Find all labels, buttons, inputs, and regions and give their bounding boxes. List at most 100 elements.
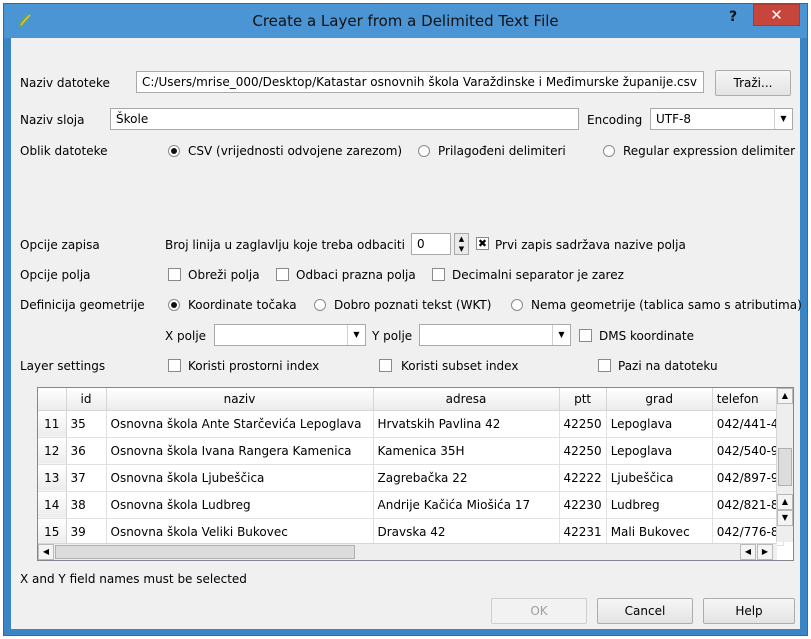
table-cell: 042/897-9 — [712, 464, 784, 492]
table-cell: Osnovna škola Ljubeščica — [106, 464, 374, 492]
chevron-down-icon: ▼ — [552, 325, 570, 345]
file-format-label: Oblik datoteke — [20, 144, 108, 158]
ok-button[interactable]: OK — [491, 598, 587, 624]
row-number: 12 — [38, 437, 67, 465]
encoding-label: Encoding — [587, 113, 643, 127]
radio-point-coordinates[interactable] — [168, 299, 180, 311]
spatial-index-label: Koristi prostorni index — [188, 359, 320, 373]
table-row[interactable]: 14 38 Osnovna škola Ludbreg Andrije Kači… — [38, 491, 784, 519]
discard-empty-checkbox[interactable] — [276, 268, 289, 281]
file-path-input[interactable]: C:/Users/mrise_000/Desktop/Katastar osno… — [136, 71, 704, 93]
skip-lines-input[interactable]: 0 — [411, 233, 451, 255]
title-bar: Create a Layer from a Delimited Text Fil… — [4, 4, 807, 38]
table-cell: Dravska 42 — [373, 518, 560, 546]
discard-empty-label: Odbaci prazna polja — [296, 268, 416, 282]
table-row[interactable]: 12 36 Osnovna škola Ivana Rangera Kameni… — [38, 437, 784, 465]
table-row[interactable]: 15 39 Osnovna škola Veliki Bukovec Dravs… — [38, 518, 784, 546]
dms-label: DMS koordinate — [599, 329, 694, 343]
dms-checkbox[interactable] — [579, 329, 592, 342]
y-field-select[interactable]: ▼ — [419, 324, 571, 346]
scroll-up-icon[interactable]: ▲ — [777, 388, 793, 404]
field-options-label: Opcije polja — [20, 268, 91, 282]
table-cell: 042/776-8 — [712, 518, 784, 546]
data-table: id naziv adresa ptt grad telefon 11 35 O… — [38, 388, 784, 546]
scroll-up-icon[interactable]: ▲ — [777, 494, 793, 510]
scroll-right-icon[interactable]: ▶ — [757, 544, 773, 560]
column-header[interactable]: adresa — [373, 388, 560, 411]
decimal-comma-label: Decimalni separator je zarez — [452, 268, 624, 282]
table-header-row: id naziv adresa ptt grad telefon — [38, 388, 784, 411]
table-cell: 39 — [66, 518, 107, 546]
subset-index-checkbox[interactable] — [379, 359, 392, 372]
table-row[interactable]: 11 35 Osnovna škola Ante Starčevića Lepo… — [38, 410, 784, 438]
skip-lines-label: Broj linija u zaglavlju koje treba odbac… — [165, 238, 405, 252]
help-title-button[interactable]: ? — [720, 7, 746, 29]
scroll-down-icon[interactable]: ▼ — [777, 510, 793, 526]
horizontal-scrollbar[interactable]: ◀ ◀ ▶ — [38, 543, 777, 560]
sample-data-table[interactable]: id naziv adresa ptt grad telefon 11 35 O… — [37, 387, 794, 561]
cancel-button[interactable]: Cancel — [597, 598, 693, 624]
layer-name-input[interactable]: Škole — [110, 108, 579, 130]
x-field-select[interactable]: ▼ — [214, 324, 366, 346]
decimal-comma-checkbox[interactable] — [432, 268, 445, 281]
radio-no-geometry-label: Nema geometrije (tablica samo s atributi… — [531, 298, 802, 312]
table-cell: 35 — [66, 410, 107, 438]
table-cell: 042/441-4 — [712, 410, 784, 438]
close-button[interactable]: ✕ — [753, 4, 800, 26]
radio-wkt[interactable] — [314, 299, 326, 311]
geometry-definition-label: Definicija geometrije — [20, 298, 145, 312]
table-cell: 38 — [66, 491, 107, 519]
spin-down-icon[interactable]: ▼ — [455, 244, 468, 254]
skip-lines-spinner[interactable]: ▲ ▼ — [454, 233, 469, 255]
scroll-left-icon[interactable]: ◀ — [740, 544, 756, 560]
watch-file-label: Pazi na datoteku — [618, 359, 718, 373]
scroll-left-icon[interactable]: ◀ — [38, 544, 54, 560]
spin-up-icon[interactable]: ▲ — [455, 234, 468, 244]
radio-csv[interactable] — [168, 145, 180, 157]
layer-settings-label: Layer settings — [20, 359, 106, 373]
y-field-label: Y polje — [372, 329, 413, 343]
table-cell: 42231 — [559, 518, 607, 546]
table-cell: 042/540-9 — [712, 437, 784, 465]
radio-custom-delimiters[interactable] — [418, 145, 430, 157]
help-button[interactable]: Help — [703, 598, 795, 624]
table-cell: Zagrebačka 22 — [373, 464, 560, 492]
table-cell: Osnovna škola Ivana Rangera Kamenica — [106, 437, 374, 465]
table-cell: 42250 — [559, 410, 607, 438]
spatial-index-checkbox[interactable] — [168, 359, 181, 372]
table-cell: Osnovna škola Ludbreg — [106, 491, 374, 519]
trim-fields-checkbox[interactable] — [168, 268, 181, 281]
table-cell: Osnovna škola Ante Starčevića Lepoglava — [106, 410, 374, 438]
dialog-title: Create a Layer from a Delimited Text Fil… — [252, 12, 559, 30]
layer-name-label: Naziv sloja — [20, 113, 85, 127]
table-cell: Mali Bukovec — [606, 518, 713, 546]
table-cell: 42250 — [559, 437, 607, 465]
row-number: 11 — [38, 410, 67, 438]
radio-custom-delimiters-label: Prilagođeni delimiteri — [438, 144, 566, 158]
row-number: 13 — [38, 464, 67, 492]
table-cell: Kamenica 35H — [373, 437, 560, 465]
table-cell: Osnovna škola Veliki Bukovec — [106, 518, 374, 546]
radio-point-coordinates-label: Koordinate točaka — [188, 298, 297, 312]
radio-regex-delimiter[interactable] — [603, 145, 615, 157]
column-header[interactable]: grad — [606, 388, 713, 411]
chevron-down-icon: ▼ — [347, 325, 365, 345]
first-record-checkbox[interactable]: ✖ — [476, 237, 489, 250]
table-row[interactable]: 13 37 Osnovna škola Ljubeščica Zagrebačk… — [38, 464, 784, 492]
column-header[interactable]: telefon — [712, 388, 784, 411]
radio-csv-label: CSV (vrijednosti odvojene zarezom) — [188, 144, 403, 158]
horizontal-scroll-thumb[interactable] — [55, 545, 355, 559]
subset-index-label: Koristi subset index — [401, 359, 519, 373]
browse-button[interactable]: Traži... — [715, 70, 791, 96]
column-header[interactable]: id — [66, 388, 107, 411]
file-name-label: Naziv datoteke — [20, 76, 110, 90]
table-cell: Ljubeščica — [606, 464, 713, 492]
vertical-scrollbar[interactable]: ▲ ▲ ▼ — [776, 388, 793, 542]
radio-no-geometry[interactable] — [511, 299, 523, 311]
status-message: X and Y field names must be selected — [20, 572, 247, 586]
watch-file-checkbox[interactable] — [598, 359, 611, 372]
vertical-scroll-thumb[interactable] — [778, 448, 792, 486]
column-header[interactable]: naziv — [106, 388, 374, 411]
encoding-select[interactable]: UTF-8 ▼ — [650, 108, 793, 130]
column-header[interactable]: ptt — [559, 388, 607, 411]
